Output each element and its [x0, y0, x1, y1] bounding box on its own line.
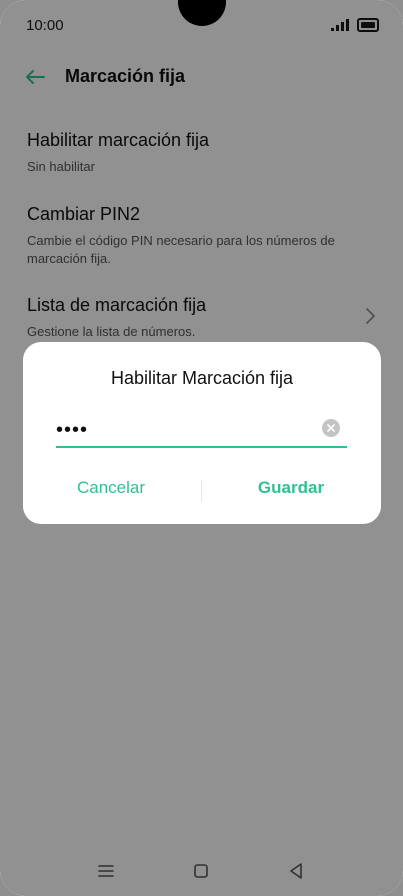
pin2-input[interactable]	[56, 416, 311, 444]
save-button[interactable]: Guardar	[216, 478, 366, 498]
enable-fixed-dialing-dialog: Habilitar Marcación fija Cancelar Guarda…	[23, 342, 381, 524]
pin2-field	[56, 416, 347, 448]
clear-icon[interactable]	[322, 419, 340, 437]
pin2-underline	[56, 446, 347, 448]
phone-screen: 10:00 Marcación fija Habilitar marcación…	[0, 0, 403, 896]
button-divider	[201, 480, 202, 502]
dialog-title: Habilitar Marcación fija	[110, 368, 294, 388]
cancel-button[interactable]: Cancelar	[36, 478, 186, 498]
